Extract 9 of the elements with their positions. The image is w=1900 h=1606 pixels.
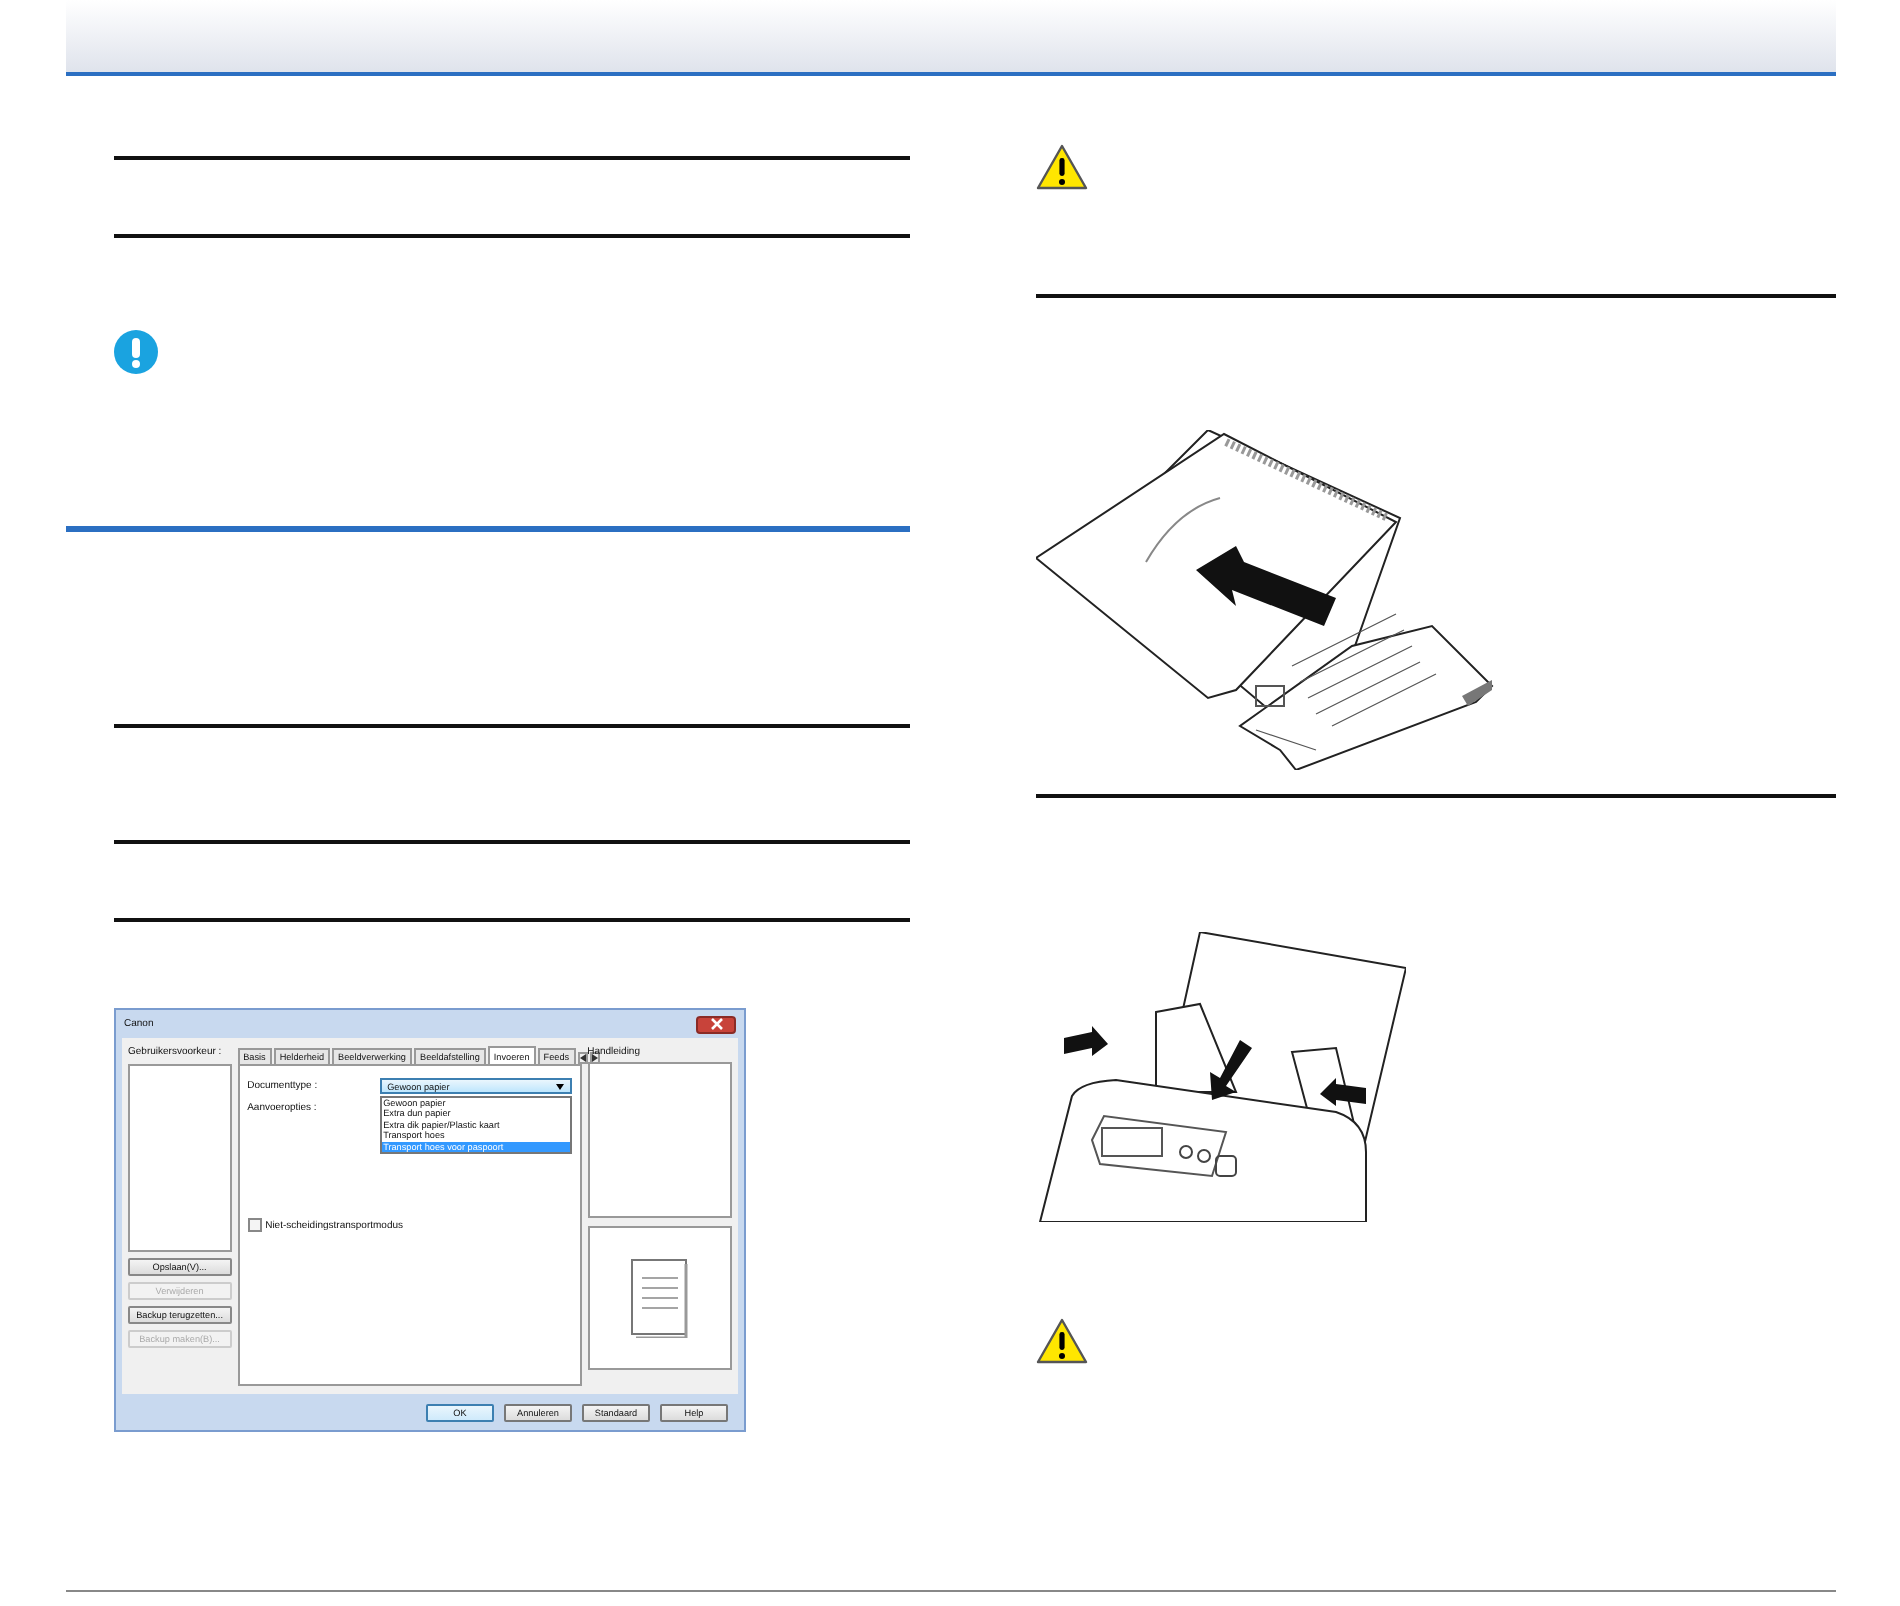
- info-icon: [114, 330, 158, 374]
- caret-icon: [555, 1083, 564, 1089]
- warning-icon: [1036, 1318, 1088, 1364]
- warning-icon: [1036, 144, 1088, 190]
- document-icon: [629, 1258, 690, 1338]
- settings-list[interactable]: [128, 1064, 232, 1252]
- checkbox[interactable]: [247, 1218, 262, 1232]
- close-button[interactable]: [696, 1015, 736, 1033]
- close-icon: [709, 1018, 723, 1030]
